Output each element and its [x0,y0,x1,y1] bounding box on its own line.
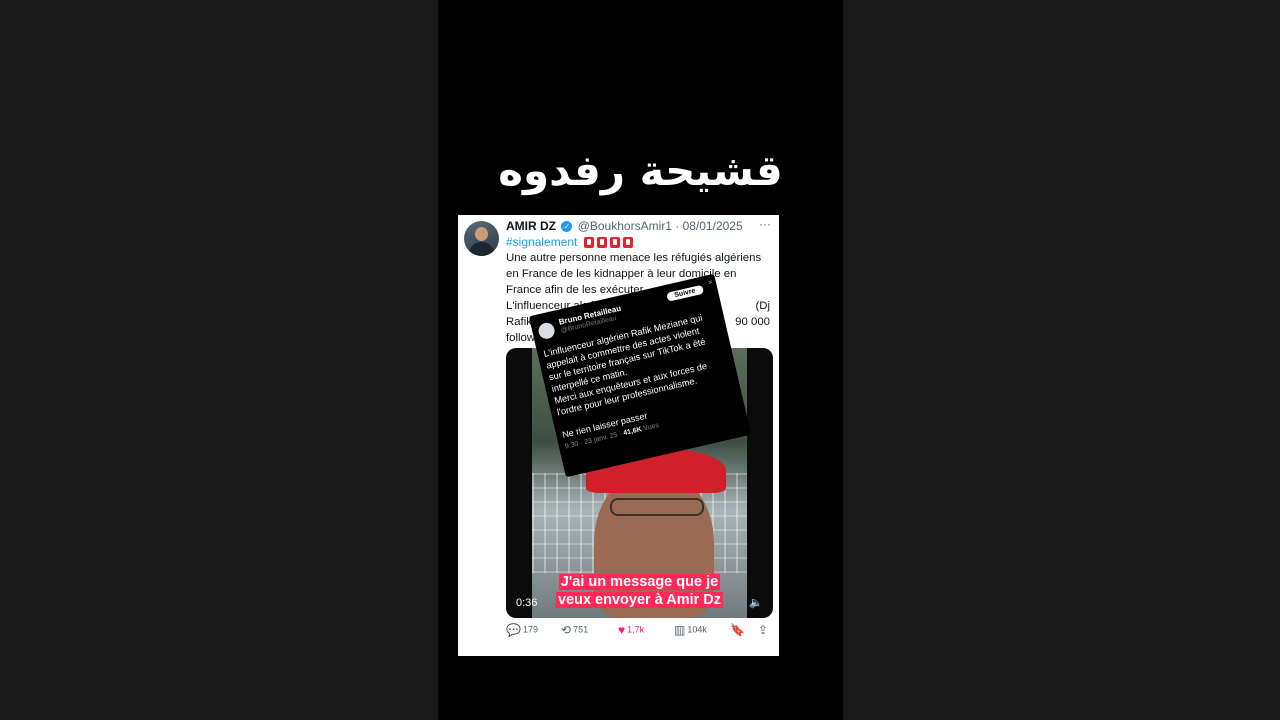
overlay-avatar [536,321,557,341]
video-subtitle: J'ai un message que je [558,574,721,590]
reply-button[interactable]: 💬 179 [506,623,538,637]
author-handle[interactable]: @BoukhorsAmir1 [578,219,672,233]
close-icon[interactable]: × [707,277,714,287]
repost-icon: ⟲ [561,623,572,637]
warning-flag-icon [583,237,594,249]
tweet-header: AMIR DZ ✓ @BoukhorsAmir1 · 08/01/2025 [506,219,743,233]
share-icon[interactable]: ⇪ [758,623,770,637]
warning-flag-icon [609,237,620,249]
reply-icon: 💬 [506,623,521,637]
tweet-line: Une autre personne menace les réfugiés a… [506,252,762,264]
heart-icon: ♥ [618,623,626,637]
views-button[interactable]: ▥ 104k [674,623,707,637]
warning-flag-icon [622,237,633,249]
hashtag-link[interactable]: #signalement [506,235,577,249]
tweet-line: en France de les kidnapper à leur domici… [506,268,737,280]
right-backdrop [843,0,1280,720]
tweet-date: · 08/01/2025 [675,219,743,233]
follow-button[interactable]: Suivre [665,284,705,302]
left-backdrop [0,0,438,720]
views-icon: ▥ [674,623,686,637]
warning-flag-icon [596,237,607,249]
speaker-icon[interactable]: 🔈 [749,596,763,609]
repost-button[interactable]: ⟲ 751 [561,623,588,637]
avatar[interactable] [464,221,499,256]
verified-badge-icon: ✓ [561,221,573,233]
author-name[interactable]: AMIR DZ [506,219,556,233]
more-options-icon[interactable]: ··· [759,217,771,231]
like-button[interactable]: ♥ 1,7k [618,623,644,637]
arabic-caption: قشيحة رفدوه [498,146,783,195]
video-time: 0:36 [516,597,538,609]
hashtag-line: #signalement [506,235,633,249]
bookmark-icon[interactable]: 🔖 [730,623,747,637]
tweet-actions: 💬 179 ⟲ 751 ♥ 1,7k ▥ 104k 🔖 ⇪ [506,623,774,639]
video-subtitle: veux envoyer à Amir Dz [555,592,724,608]
